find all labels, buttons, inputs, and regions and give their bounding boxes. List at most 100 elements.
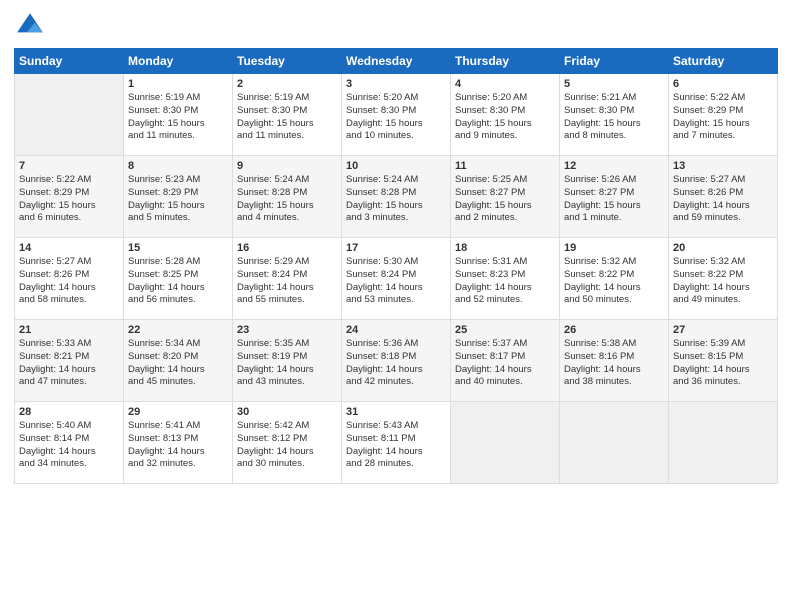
day-number: 19 [564,242,664,254]
day-info: Sunrise: 5:22 AM Sunset: 8:29 PM Dayligh… [673,92,773,143]
day-info: Sunrise: 5:42 AM Sunset: 8:12 PM Dayligh… [237,420,337,471]
day-cell: 17 Sunrise: 5:30 AM Sunset: 8:24 PM Dayli… [342,238,451,320]
week-row-2: 7 Sunrise: 5:22 AM Sunset: 8:29 PM Daylig… [15,156,778,238]
day-cell: 5 Sunrise: 5:21 AM Sunset: 8:30 PM Daylig… [560,74,669,156]
day-cell: 2 Sunrise: 5:19 AM Sunset: 8:30 PM Daylig… [233,74,342,156]
day-number: 1 [128,78,228,90]
day-cell: 10 Sunrise: 5:24 AM Sunset: 8:28 PM Dayli… [342,156,451,238]
day-cell: 24 Sunrise: 5:36 AM Sunset: 8:18 PM Dayli… [342,320,451,402]
day-number: 23 [237,324,337,336]
day-number: 27 [673,324,773,336]
day-cell: 21 Sunrise: 5:33 AM Sunset: 8:21 PM Dayli… [15,320,124,402]
day-number: 9 [237,160,337,172]
day-cell [451,402,560,484]
col-header-friday: Friday [560,49,669,74]
day-cell: 25Sunrise: 5:37 AM Sunset: 8:17 PM Dayli… [451,320,560,402]
day-cell: 22 Sunrise: 5:34 AM Sunset: 8:20 PM Dayli… [124,320,233,402]
day-number: 24 [346,324,446,336]
day-info: Sunrise: 5:19 AM Sunset: 8:30 PM Dayligh… [128,92,228,143]
day-cell: 19Sunrise: 5:32 AM Sunset: 8:22 PM Dayli… [560,238,669,320]
day-info: Sunrise: 5:30 AM Sunset: 8:24 PM Dayligh… [346,256,446,307]
day-info: Sunrise: 5:20 AM Sunset: 8:30 PM Dayligh… [346,92,446,143]
day-number: 18 [455,242,555,254]
day-info: Sunrise: 5:25 AM Sunset: 8:27 PM Dayligh… [455,174,555,225]
day-info: Sunrise: 5:43 AM Sunset: 8:11 PM Dayligh… [346,420,446,471]
day-info: Sunrise: 5:27 AM Sunset: 8:26 PM Dayligh… [19,256,119,307]
col-header-thursday: Thursday [451,49,560,74]
day-number: 30 [237,406,337,418]
day-cell: 27Sunrise: 5:39 AM Sunset: 8:15 PM Dayli… [669,320,778,402]
day-cell: 15 Sunrise: 5:28 AM Sunset: 8:25 PM Dayli… [124,238,233,320]
day-info: Sunrise: 5:40 AM Sunset: 8:14 PM Dayligh… [19,420,119,471]
day-number: 21 [19,324,119,336]
day-info: Sunrise: 5:36 AM Sunset: 8:18 PM Dayligh… [346,338,446,389]
day-number: 15 [128,242,228,254]
day-number: 20 [673,242,773,254]
day-info: Sunrise: 5:34 AM Sunset: 8:20 PM Dayligh… [128,338,228,389]
week-row-3: 14 Sunrise: 5:27 AM Sunset: 8:26 PM Dayli… [15,238,778,320]
week-row-5: 28Sunrise: 5:40 AM Sunset: 8:14 PM Dayli… [15,402,778,484]
day-info: Sunrise: 5:20 AM Sunset: 8:30 PM Dayligh… [455,92,555,143]
header-row: SundayMondayTuesdayWednesdayThursdayFrid… [15,49,778,74]
day-number: 11 [455,160,555,172]
day-cell: 28Sunrise: 5:40 AM Sunset: 8:14 PM Dayli… [15,402,124,484]
day-number: 5 [564,78,664,90]
day-cell [669,402,778,484]
day-cell [15,74,124,156]
day-info: Sunrise: 5:19 AM Sunset: 8:30 PM Dayligh… [237,92,337,143]
day-number: 26 [564,324,664,336]
day-cell [560,402,669,484]
day-cell: 8 Sunrise: 5:23 AM Sunset: 8:29 PM Daylig… [124,156,233,238]
day-info: Sunrise: 5:37 AM Sunset: 8:17 PM Dayligh… [455,338,555,389]
day-info: Sunrise: 5:21 AM Sunset: 8:30 PM Dayligh… [564,92,664,143]
col-header-wednesday: Wednesday [342,49,451,74]
day-number: 14 [19,242,119,254]
day-number: 31 [346,406,446,418]
day-cell: 16Sunrise: 5:29 AM Sunset: 8:24 PM Dayli… [233,238,342,320]
day-cell: 18 Sunrise: 5:31 AM Sunset: 8:23 PM Dayli… [451,238,560,320]
day-number: 29 [128,406,228,418]
col-header-tuesday: Tuesday [233,49,342,74]
day-info: Sunrise: 5:35 AM Sunset: 8:19 PM Dayligh… [237,338,337,389]
day-info: Sunrise: 5:24 AM Sunset: 8:28 PM Dayligh… [346,174,446,225]
page-container: SundayMondayTuesdayWednesdayThursdayFrid… [0,0,792,490]
logo-icon [14,10,46,42]
day-cell: 30 Sunrise: 5:42 AM Sunset: 8:12 PM Dayli… [233,402,342,484]
day-cell: 29 Sunrise: 5:41 AM Sunset: 8:13 PM Dayli… [124,402,233,484]
day-info: Sunrise: 5:26 AM Sunset: 8:27 PM Dayligh… [564,174,664,225]
day-number: 17 [346,242,446,254]
day-cell: 23 Sunrise: 5:35 AM Sunset: 8:19 PM Dayli… [233,320,342,402]
day-info: Sunrise: 5:38 AM Sunset: 8:16 PM Dayligh… [564,338,664,389]
logo [14,10,50,42]
day-cell: 12 Sunrise: 5:26 AM Sunset: 8:27 PM Dayli… [560,156,669,238]
col-header-sunday: Sunday [15,49,124,74]
day-cell: 3 Sunrise: 5:20 AM Sunset: 8:30 PM Daylig… [342,74,451,156]
day-cell: 6 Sunrise: 5:22 AM Sunset: 8:29 PM Daylig… [669,74,778,156]
day-cell: 14 Sunrise: 5:27 AM Sunset: 8:26 PM Dayli… [15,238,124,320]
day-info: Sunrise: 5:28 AM Sunset: 8:25 PM Dayligh… [128,256,228,307]
day-number: 2 [237,78,337,90]
day-info: Sunrise: 5:27 AM Sunset: 8:26 PM Dayligh… [673,174,773,225]
day-info: Sunrise: 5:41 AM Sunset: 8:13 PM Dayligh… [128,420,228,471]
day-cell: 9 Sunrise: 5:24 AM Sunset: 8:28 PM Daylig… [233,156,342,238]
day-cell: 4 Sunrise: 5:20 AM Sunset: 8:30 PM Daylig… [451,74,560,156]
week-row-1: 1 Sunrise: 5:19 AM Sunset: 8:30 PM Daylig… [15,74,778,156]
day-number: 10 [346,160,446,172]
day-number: 3 [346,78,446,90]
calendar-table: SundayMondayTuesdayWednesdayThursdayFrid… [14,48,778,484]
header [14,10,778,42]
day-info: Sunrise: 5:22 AM Sunset: 8:29 PM Dayligh… [19,174,119,225]
day-number: 16 [237,242,337,254]
day-cell: 31 Sunrise: 5:43 AM Sunset: 8:11 PM Dayli… [342,402,451,484]
day-info: Sunrise: 5:31 AM Sunset: 8:23 PM Dayligh… [455,256,555,307]
day-info: Sunrise: 5:33 AM Sunset: 8:21 PM Dayligh… [19,338,119,389]
day-number: 12 [564,160,664,172]
day-number: 7 [19,160,119,172]
day-info: Sunrise: 5:24 AM Sunset: 8:28 PM Dayligh… [237,174,337,225]
day-number: 4 [455,78,555,90]
day-number: 8 [128,160,228,172]
day-number: 6 [673,78,773,90]
day-cell: 26 Sunrise: 5:38 AM Sunset: 8:16 PM Dayli… [560,320,669,402]
day-info: Sunrise: 5:23 AM Sunset: 8:29 PM Dayligh… [128,174,228,225]
day-number: 22 [128,324,228,336]
